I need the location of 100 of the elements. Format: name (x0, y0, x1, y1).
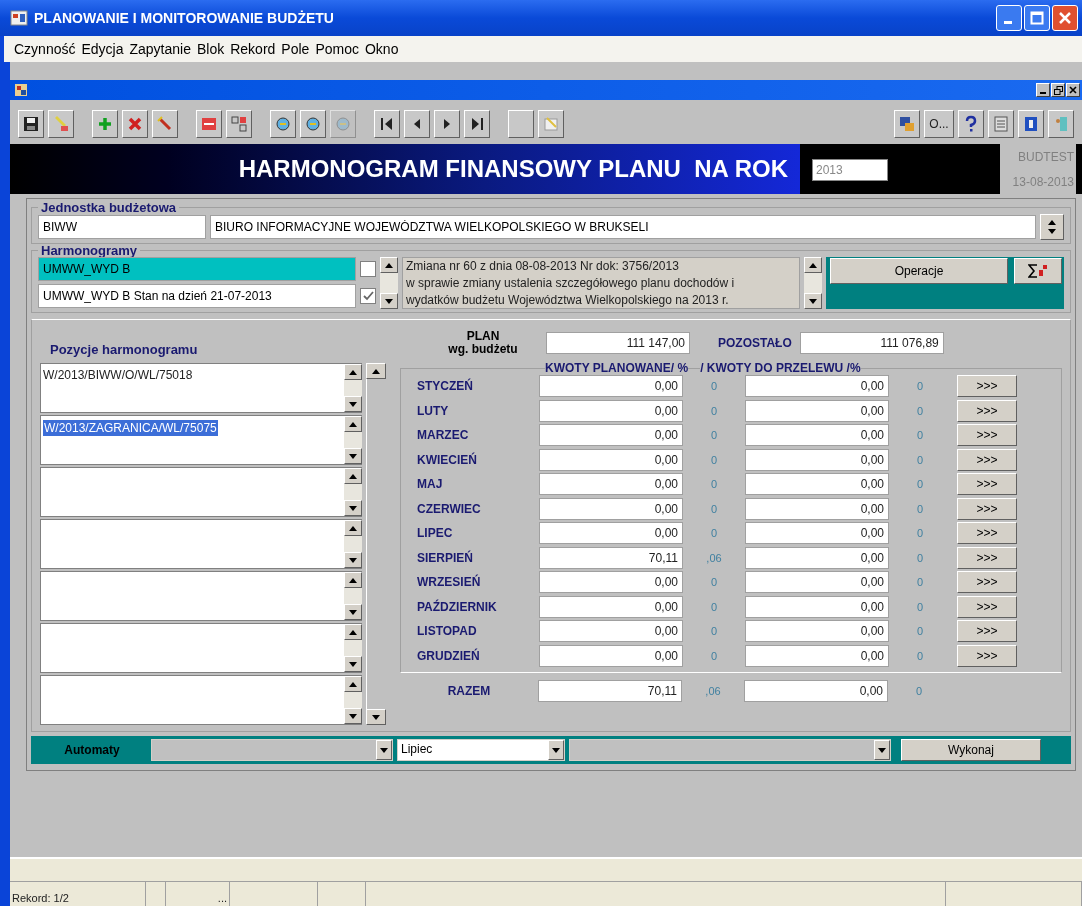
percent-value: 0 (914, 685, 924, 698)
transfer-amount-field[interactable]: 0,00 (745, 644, 889, 667)
sum-button[interactable] (1014, 258, 1062, 284)
transfer-amount-field[interactable]: 0,00 (745, 448, 889, 471)
month-label: LIPEC (417, 526, 454, 541)
plan-amount-field[interactable]: 111 147,00 (546, 332, 690, 354)
unit-code-field[interactable]: BIWW (38, 215, 206, 239)
menu-item[interactable]: Pomoc (315, 41, 359, 57)
planned-amount-field[interactable]: 0,00 (539, 620, 683, 643)
details-button[interactable]: >>> (957, 571, 1017, 594)
app-icon (10, 9, 28, 27)
schedule-field[interactable]: UMWW_WYD B (38, 257, 356, 281)
remaining-label: POZOSTAŁO (718, 336, 792, 350)
details-button[interactable]: >>> (957, 497, 1017, 520)
details-button[interactable]: >>> (957, 399, 1017, 422)
details-button[interactable]: >>> (957, 620, 1017, 643)
details-button[interactable]: >>> (957, 473, 1017, 496)
menu-item[interactable]: Okno (364, 41, 399, 57)
transfer-amount-field[interactable]: 0,00 (745, 424, 889, 447)
menu-item[interactable]: Blok (197, 41, 225, 57)
dropdown-arrow-icon (552, 747, 560, 753)
percent-value: 0 (915, 551, 925, 564)
details-button[interactable]: >>> (957, 546, 1017, 569)
up-arrow-icon (809, 262, 817, 268)
details-button[interactable]: >>> (957, 522, 1017, 545)
up-arrow-icon (385, 262, 393, 268)
planned-amount-field[interactable]: 0,00 (539, 375, 683, 398)
scrollbar[interactable] (344, 364, 362, 412)
planned-amount-field[interactable]: 0,00 (539, 473, 683, 496)
checkbox[interactable] (360, 288, 376, 304)
percent-value: 0 (709, 429, 719, 442)
planned-amount-field[interactable]: 70,11 (539, 546, 683, 569)
checkbox[interactable] (360, 261, 376, 277)
month-dropdown[interactable]: Lipiec (397, 739, 565, 761)
planned-amount-field[interactable]: 0,00 (539, 595, 683, 618)
details-button[interactable]: >>> (957, 595, 1017, 618)
close-button[interactable] (1066, 83, 1080, 97)
help-button[interactable] (958, 110, 984, 138)
percent-value: 0 (915, 380, 925, 393)
transfer-amount-field[interactable]: 0,00 (745, 399, 889, 422)
column-header: / KWOTY DO PRZELEWU /% (700, 362, 861, 374)
percent-value: 0 (915, 478, 925, 491)
date-label: 13-08-2013 (1012, 174, 1074, 189)
menu-item[interactable]: Edycja (81, 41, 124, 57)
planned-amount-field[interactable]: 0,00 (539, 571, 683, 594)
minimize-button[interactable] (1036, 83, 1050, 97)
unit-name-field[interactable]: BIURO INFORMACYJNE WOJEWÓDZTWA WIELKOPOLSKIEGO W BRUKSELI (210, 215, 1036, 239)
scrollbar[interactable] (344, 416, 362, 464)
total-transfer-field[interactable]: 0,00 (744, 680, 888, 703)
month-label: LISTOPAD (417, 624, 478, 639)
down-arrow-icon (385, 298, 393, 304)
details-button[interactable]: >>> (957, 448, 1017, 471)
menu-item[interactable]: Zapytanie (129, 41, 191, 57)
exit-button[interactable] (1048, 110, 1074, 138)
schedule-field[interactable]: UMWW_WYD B Stan na dzień 21-07-2013 (38, 284, 356, 308)
plan-label: PLAN (466, 330, 500, 343)
transfer-amount-field[interactable]: 0,00 (745, 571, 889, 594)
transfer-amount-field[interactable]: 0,00 (745, 473, 889, 496)
planned-amount-field[interactable]: 0,00 (539, 399, 683, 422)
menu-item[interactable]: Rekord (230, 41, 276, 57)
percent-value: 0 (915, 600, 925, 613)
scrollbar[interactable] (804, 257, 822, 309)
transfer-amount-field[interactable]: 0,00 (745, 546, 889, 569)
total-planned-field[interactable]: 70,11 (538, 680, 682, 703)
details-button[interactable]: >>> (957, 375, 1017, 398)
month-label: MARZEC (417, 428, 470, 443)
section-label: Harmonogramy (40, 244, 139, 257)
cross-icon (126, 115, 144, 133)
execute-button[interactable]: Wykonaj (901, 739, 1041, 761)
scrollbar[interactable] (366, 363, 386, 725)
planned-amount-field[interactable]: 0,00 (539, 448, 683, 471)
transfer-amount-field[interactable]: 0,00 (745, 595, 889, 618)
transfer-amount-field[interactable]: 0,00 (745, 497, 889, 520)
menu-item[interactable]: Czynność (14, 41, 76, 57)
transfer-amount-field[interactable]: 0,00 (745, 375, 889, 398)
operations-button[interactable]: Operacje (830, 258, 1008, 284)
details-button[interactable]: >>> (957, 424, 1017, 447)
dropdown-arrow-icon (878, 747, 886, 753)
planned-amount-field[interactable]: 0,00 (539, 497, 683, 520)
planned-amount-field[interactable]: 0,00 (539, 522, 683, 545)
menu-item[interactable]: Pole (281, 41, 310, 57)
maximize-button[interactable] (1024, 5, 1050, 31)
year-field[interactable]: 2013 (812, 159, 888, 181)
restore-button[interactable] (1051, 83, 1065, 97)
percent-value: 0 (709, 600, 719, 613)
transfer-amount-field[interactable]: 0,00 (745, 522, 889, 545)
spin-button[interactable] (1040, 214, 1064, 240)
up-arrow-icon (372, 368, 380, 374)
transfer-amount-field[interactable]: 0,00 (745, 620, 889, 643)
planned-amount-field[interactable]: 0,00 (539, 644, 683, 667)
remaining-amount-field[interactable]: 111 076,89 (799, 332, 944, 354)
plus-icon (96, 115, 114, 133)
position-field[interactable]: W/2013/ZAGRANICA/WL/75075 (43, 420, 218, 436)
description-text: Zmiana nr 60 z dnia 08-08-2013 Nr dok: 3756/2013 w sprawie zmiany ustalenia szczegółowego planu dochodów i wydatków budżetu Województwa Wielkopolskiego na 2013 r. (402, 257, 800, 309)
month-label: MAJ (417, 477, 444, 492)
planned-amount-field[interactable]: 0,00 (539, 424, 683, 447)
toolbar-button[interactable]: O... (924, 110, 954, 138)
circle-icon (274, 115, 292, 133)
details-button[interactable]: >>> (957, 644, 1017, 667)
scrollbar[interactable] (380, 257, 398, 309)
